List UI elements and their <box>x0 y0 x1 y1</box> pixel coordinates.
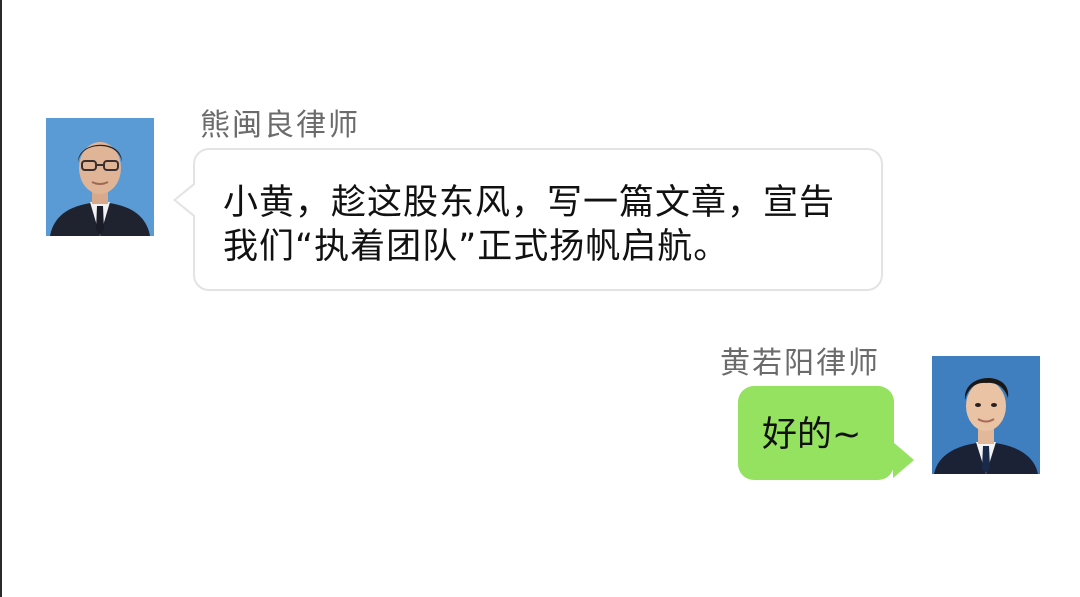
sender-avatar-left[interactable] <box>46 118 154 236</box>
incoming-message-text: 小黄，趁这股东风，写一篇文章，宣告我们“执着团队”正式扬帆启航。 <box>223 183 836 267</box>
sender-avatar-right[interactable] <box>932 356 1040 474</box>
incoming-message-bubble[interactable]: 小黄，趁这股东风，写一篇文章，宣告我们“执着团队”正式扬帆启航。 <box>173 148 883 291</box>
man-glasses-portrait-icon <box>46 118 154 236</box>
young-man-portrait-icon <box>932 356 1040 474</box>
outgoing-message-text: 好的~ <box>762 415 862 455</box>
sender-name-left: 熊闽良律师 <box>200 108 360 143</box>
outgoing-message-bubble[interactable]: 好的~ <box>738 386 914 480</box>
sender-name-right: 黄若阳律师 <box>720 346 880 381</box>
chat-window: 熊闽良律师 小黄，趁这股东风，写一篇文章，宣告我们“执着团队”正式扬帆启航。 黄… <box>0 0 1080 597</box>
